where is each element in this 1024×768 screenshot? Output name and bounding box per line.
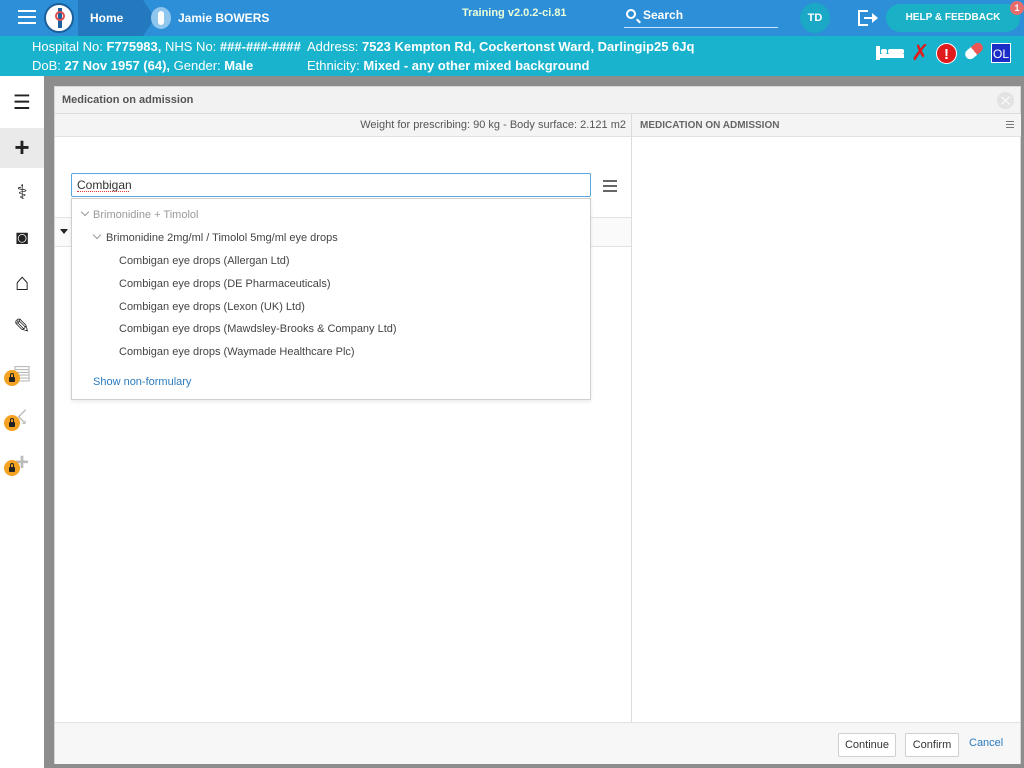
- result-group[interactable]: Brimonidine + Timolol: [93, 209, 198, 221]
- list-icon: ☰: [13, 92, 31, 114]
- camera-icon: ◙: [15, 227, 29, 249]
- result-item[interactable]: Combigan eye drops (Mawdsley-Brooks & Co…: [119, 323, 397, 335]
- cancel-link[interactable]: Cancel: [969, 737, 1003, 749]
- home-icon: ⌂: [14, 269, 30, 296]
- home-tab[interactable]: Home: [78, 0, 156, 36]
- weight-bar: Weight for prescribing: 90 kg - Body sur…: [55, 114, 631, 137]
- patient-name[interactable]: Jamie BOWERS: [178, 11, 269, 25]
- banner-line-1: Hospital No: F775983, NHS No: ###-###-##…: [32, 39, 301, 54]
- bed-icon[interactable]: [876, 44, 904, 62]
- address-value: 7523 Kempton Rd, Cockertonst Ward, Darli…: [361, 39, 695, 54]
- show-non-formulary-link[interactable]: Show non-formulary: [93, 376, 191, 388]
- medication-admission-modal: Medication on admission Weight for presc…: [54, 86, 1021, 764]
- sidebar-item-mobility[interactable]: ☇: [0, 399, 44, 439]
- sidebar-item-home[interactable]: ⌂: [0, 264, 44, 304]
- dob-label: DoB:: [32, 58, 61, 73]
- nhs-no: ###-###-####: [219, 39, 301, 54]
- lock-icon: [4, 370, 20, 386]
- continue-button[interactable]: Continue: [838, 733, 896, 757]
- banner-line-2: DoB: 27 Nov 1957 (64), Gender: Male: [32, 58, 253, 73]
- sidebar-item-camera[interactable]: ◙: [0, 219, 44, 259]
- lock-icon: [4, 460, 20, 476]
- sidebar-item-list[interactable]: ☰: [0, 84, 44, 124]
- patient-icon: [151, 7, 171, 29]
- sidebar-item-clipboard[interactable]: ▤: [0, 354, 44, 394]
- modal-header: Medication on admission: [55, 87, 1020, 114]
- sidebar-item-clinical[interactable]: ⚕: [0, 174, 44, 214]
- list-view-icon[interactable]: [603, 180, 617, 195]
- weight-text: Weight for prescribing: 90 kg - Body sur…: [360, 119, 626, 131]
- sign-doc-icon: ✎: [13, 316, 31, 338]
- modal-title: Medication on admission: [62, 94, 194, 106]
- result-item[interactable]: Combigan eye drops (Waymade Healthcare P…: [119, 346, 355, 358]
- ol-badge[interactable]: OL: [991, 43, 1011, 63]
- result-subgroup[interactable]: Brimonidine 2mg/ml / Timolol 5mg/ml eye …: [106, 232, 338, 244]
- nhs-no-label: NHS No:: [165, 39, 217, 54]
- gender-value: Male: [224, 58, 254, 73]
- plus-icon: +: [14, 132, 30, 162]
- help-feedback-button[interactable]: HELP & FEEDBACK: [886, 4, 1020, 32]
- confirm-button[interactable]: Confirm: [905, 733, 959, 757]
- spellcheck-underline: [77, 191, 129, 192]
- sidebar-item-sign[interactable]: ✎: [0, 308, 44, 348]
- ethnicity-label: Ethnicity:: [307, 58, 360, 73]
- medication-search-input[interactable]: [71, 173, 591, 197]
- search-icon: [626, 9, 636, 19]
- sidebar-item-add-locked[interactable]: +: [0, 444, 44, 484]
- chevron-down-icon[interactable]: [80, 207, 90, 217]
- stethoscope-icon: ⚕: [16, 182, 28, 204]
- user-avatar[interactable]: TD: [800, 3, 830, 33]
- result-item[interactable]: Combigan eye drops (Allergan Ltd): [119, 255, 290, 267]
- menu-icon[interactable]: [18, 10, 36, 24]
- menu-icon[interactable]: [1006, 121, 1014, 130]
- alert-icon[interactable]: !: [936, 43, 957, 64]
- search-label: Search: [643, 8, 684, 22]
- app-logo[interactable]: [44, 3, 74, 33]
- address-label: Address:: [307, 39, 359, 54]
- medication-list-header: MEDICATION ON ADMISSION: [632, 114, 1021, 137]
- medication-list-title: MEDICATION ON ADMISSION: [640, 120, 780, 131]
- caret-down-icon[interactable]: [60, 229, 68, 234]
- search-pane: Weight for prescribing: 90 kg - Body sur…: [55, 114, 631, 722]
- red-x-icon[interactable]: ✗: [911, 40, 929, 66]
- hospital-no: F775983,: [106, 39, 162, 54]
- banner-address: Address: 7523 Kempton Rd, Cockertonst Wa…: [307, 39, 694, 54]
- left-sidebar: ☰ + ⚕ ◙ ⌂ ✎ ▤ ☇ +: [0, 76, 44, 768]
- modal-footer: Continue Confirm Cancel: [55, 722, 1020, 764]
- help-notification-badge: 1: [1010, 1, 1024, 15]
- patient-banner: Hospital No: F775983, NHS No: ###-###-##…: [0, 36, 1024, 76]
- banner-ethnicity: Ethnicity: Mixed - any other mixed backg…: [307, 58, 589, 73]
- logout-icon[interactable]: [858, 8, 880, 28]
- sidebar-item-add[interactable]: +: [0, 128, 44, 168]
- ethnicity-value: Mixed - any other mixed background: [363, 58, 590, 73]
- result-item[interactable]: Combigan eye drops (DE Pharmaceuticals): [119, 278, 331, 290]
- hospital-no-label: Hospital No:: [32, 39, 103, 54]
- version-label: Training v2.0.2-ci.81: [462, 7, 567, 19]
- pill-icon[interactable]: [963, 40, 985, 62]
- lock-icon: [4, 415, 20, 431]
- search-results-dropdown: Brimonidine + Timolol Brimonidine 2mg/ml…: [71, 198, 591, 400]
- result-item[interactable]: Combigan eye drops (Lexon (UK) Ltd): [119, 301, 305, 313]
- chevron-down-icon[interactable]: [92, 230, 102, 240]
- gender-label: Gender:: [173, 58, 221, 73]
- top-bar: Home Jamie BOWERS Training v2.0.2-ci.81 …: [0, 0, 1024, 36]
- close-icon[interactable]: [997, 92, 1014, 109]
- dob-value: 27 Nov 1957 (64),: [64, 58, 171, 73]
- global-search[interactable]: Search: [624, 6, 778, 28]
- medication-list-pane: MEDICATION ON ADMISSION: [631, 114, 1021, 722]
